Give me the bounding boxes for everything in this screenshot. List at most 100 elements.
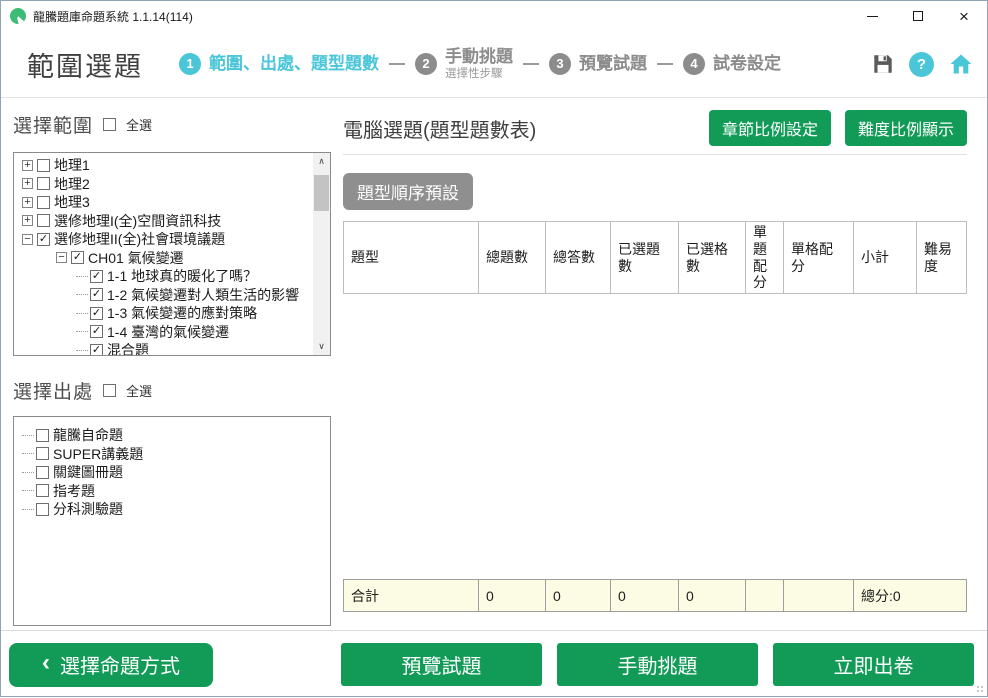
app-window: { "window": { "app_title": "龍騰題庫命題系統 1.1… (0, 0, 988, 697)
step-indicator: 1 範圍、出處、題型題數 2 手動挑題 選擇性步驟 3 預覽試題 4 試卷設定 (179, 47, 781, 81)
step-4-number: 4 (683, 53, 705, 75)
preview-questions-button[interactable]: 預覽試題 (341, 643, 542, 686)
tree-connector (76, 313, 88, 314)
scroll-up-icon[interactable]: ∧ (313, 153, 330, 170)
total-questions-value: 0 (479, 580, 546, 612)
home-button[interactable] (949, 52, 973, 76)
step-1[interactable]: 1 範圍、出處、題型題數 (179, 53, 379, 75)
col-points-per-blank: 單格配分 (784, 222, 854, 294)
tree-item[interactable]: + 選修地理I(全)空間資訊科技 (22, 212, 310, 231)
checkbox[interactable]: ✓ (90, 270, 103, 283)
tree-item[interactable]: ✓ 1-3 氣候變遷的應對策略 (22, 304, 310, 323)
tree-item[interactable]: ✓ 1-2 氣候變遷對人類生活的影響 (22, 286, 310, 305)
right-panel: 電腦選題(題型題數表) 章節比例設定 難度比例顯示 題型順序預設 題型 總題數 … (343, 98, 987, 630)
tree-item-label: 1-1 地球真的暖化了嗎？ (107, 266, 257, 286)
step-3-number: 3 (549, 53, 571, 75)
step-3-label: 預覽試題 (579, 54, 647, 74)
step-connector (523, 63, 539, 65)
list-item[interactable]: 分科測驗題 (22, 500, 322, 519)
step-connector (389, 63, 405, 65)
tree-item[interactable]: − ✓ CH01 氣候變遷 (22, 249, 310, 268)
minimize-button[interactable] (849, 1, 895, 31)
tree-connector (22, 509, 34, 510)
checkbox[interactable]: ✓ (71, 251, 84, 264)
tree-item[interactable]: ✓ 1-4 臺灣的氣候變遷 (22, 323, 310, 342)
step-2[interactable]: 2 手動挑題 選擇性步驟 (415, 47, 513, 81)
scope-select-all-label: 全選 (126, 115, 152, 134)
checkbox[interactable]: ✓ (90, 344, 103, 356)
help-icon: ? (917, 56, 926, 73)
list-item[interactable]: SUPER講義題 (22, 445, 322, 464)
tree-item-label: 地理3 (54, 192, 90, 212)
question-type-table: 題型 總題數 總答數 已選題數 已選格數 單題配分 單格配分 小計 難易度 (343, 221, 967, 294)
maximize-button[interactable] (895, 1, 941, 31)
tree-item[interactable]: + 地理3 (22, 193, 310, 212)
scope-tree: + 地理1 + 地理2 + 地理3 + 選修地理I(全)空間資訊科技 − (13, 152, 331, 356)
tree-item[interactable]: + 地理1 (22, 156, 310, 175)
tree-item[interactable]: ✓ 1-1 地球真的暖化了嗎？ (22, 267, 310, 286)
tree-connector (22, 435, 34, 436)
tree-expander-icon[interactable]: − (56, 252, 67, 263)
scrollbar-thumb[interactable] (314, 175, 329, 211)
chapter-ratio-button[interactable]: 章節比例設定 (709, 110, 831, 146)
checkbox[interactable]: ✓ (90, 307, 103, 320)
computer-selection-heading: 電腦選題(題型題數表) (343, 114, 536, 143)
tree-expander-icon[interactable]: + (22, 178, 33, 189)
tree-expander-icon[interactable]: + (22, 215, 33, 226)
checkbox[interactable] (36, 466, 49, 479)
tree-item[interactable]: ✓ 混合題 (22, 341, 310, 356)
checkbox[interactable] (37, 177, 50, 190)
tree-expander-icon[interactable]: + (22, 197, 33, 208)
step-1-label: 範圍、出處、題型題數 (209, 54, 379, 74)
checkbox[interactable] (36, 503, 49, 516)
total-label: 合計 (344, 580, 479, 612)
checkbox[interactable] (37, 196, 50, 209)
list-item[interactable]: 指考題 (22, 482, 322, 501)
source-section-heading: 選擇出處 (13, 377, 93, 404)
tree-connector (22, 490, 34, 491)
back-to-selection-mode-button[interactable]: ‹ 選擇命題方式 (9, 643, 213, 687)
resize-grip[interactable] (976, 685, 984, 693)
checkbox[interactable] (36, 447, 49, 460)
tree-item-label: 地理2 (54, 174, 90, 194)
checkbox[interactable]: ✓ (90, 288, 103, 301)
page-header: 範圍選題 1 範圍、出處、題型題數 2 手動挑題 選擇性步驟 3 預覽試題 4 … (1, 31, 987, 97)
col-subtotal: 小計 (854, 222, 917, 294)
checkbox[interactable] (37, 159, 50, 172)
save-button[interactable] (872, 53, 894, 75)
selected-questions-value: 0 (611, 580, 679, 612)
checkbox[interactable] (37, 214, 50, 227)
tree-item[interactable]: + 地理2 (22, 175, 310, 194)
generate-paper-button[interactable]: 立即出卷 (773, 643, 974, 686)
tree-item[interactable]: − ✓ 選修地理II(全)社會環境議題 (22, 230, 310, 249)
manual-pick-button[interactable]: 手動挑題 (557, 643, 758, 686)
checkbox[interactable]: ✓ (90, 325, 103, 338)
checkbox[interactable] (36, 429, 49, 442)
help-button[interactable]: ? (909, 52, 934, 77)
scope-select-all-checkbox[interactable] (103, 118, 116, 131)
scroll-down-icon[interactable]: ∨ (313, 338, 330, 355)
checkbox[interactable] (36, 484, 49, 497)
tree-expander-icon[interactable]: + (22, 160, 33, 171)
step-2-label: 手動挑題 選擇性步驟 (445, 47, 513, 81)
total-row-table: 合計 0 0 0 0 總分:0 (343, 579, 967, 612)
maximize-icon (913, 11, 923, 21)
save-icon (872, 53, 894, 75)
scrollbar[interactable]: ∧ ∨ (313, 153, 330, 355)
list-item-label: 關鍵圖冊題 (53, 462, 123, 482)
step-4[interactable]: 4 試卷設定 (683, 53, 781, 75)
close-button[interactable]: × (941, 1, 987, 31)
step-3[interactable]: 3 預覽試題 (549, 53, 647, 75)
list-item-label: 龍騰自命題 (53, 425, 123, 445)
question-order-preset-button[interactable]: 題型順序預設 (343, 173, 473, 210)
source-select-all-checkbox[interactable] (103, 384, 116, 397)
list-item[interactable]: 關鍵圖冊題 (22, 463, 322, 482)
tree-expander-icon[interactable]: − (22, 234, 33, 245)
bottom-action-bar: ‹ 選擇命題方式 預覽試題 手動挑題 立即出卷 (1, 630, 987, 698)
checkbox[interactable]: ✓ (37, 233, 50, 246)
list-item[interactable]: 龍騰自命題 (22, 426, 322, 445)
page-title: 範圍選題 (27, 45, 143, 84)
list-item-label: SUPER講義題 (53, 444, 143, 464)
difficulty-ratio-button[interactable]: 難度比例顯示 (845, 110, 967, 146)
col-points-per-question: 單題配分 (746, 222, 784, 294)
